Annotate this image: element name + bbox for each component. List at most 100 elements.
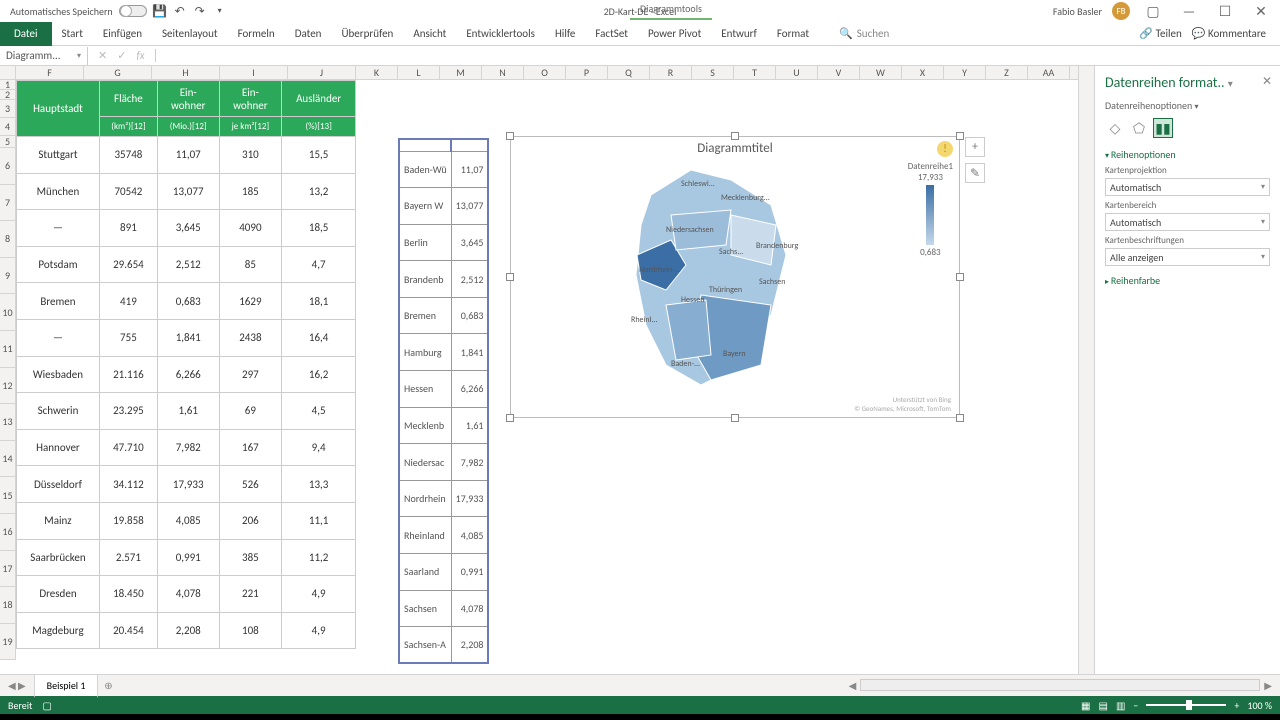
tab-power pivot[interactable]: Power Pivot (638, 22, 711, 46)
src-value[interactable]: 4,078 (451, 590, 488, 627)
col-header[interactable]: H (152, 66, 220, 79)
row-header[interactable]: 9 (0, 258, 16, 295)
src-label[interactable]: Hessen (399, 371, 451, 408)
qat-dropdown-icon[interactable]: ▾ (213, 4, 227, 18)
chart-legend[interactable]: Datenreihe1 17,933 0,683 (908, 161, 953, 258)
table-cell[interactable]: 0,683 (157, 283, 219, 320)
table-cell[interactable]: 18.450 (99, 576, 157, 613)
table-cell[interactable]: 18,5 (282, 210, 356, 247)
col-header[interactable]: Z (986, 66, 1028, 79)
table-cell[interactable]: Düsseldorf (17, 466, 100, 503)
src-label[interactable]: Niedersac (399, 444, 451, 481)
table-cell[interactable]: München (17, 173, 100, 210)
table-cell[interactable]: 13,3 (282, 466, 356, 503)
table-cell[interactable]: 4,078 (157, 576, 219, 613)
fx-icon[interactable]: fx (136, 49, 144, 62)
row-header[interactable]: 2 (0, 90, 16, 100)
src-label[interactable]: Sachsen (399, 590, 451, 627)
table-header[interactable]: Ein-wohner (157, 81, 219, 117)
table-cell[interactable]: Schwerin (17, 393, 100, 430)
table-cell[interactable]: 70542 (99, 173, 157, 210)
zoom-in-icon[interactable]: + (1234, 699, 1239, 712)
tab-überprüfen[interactable]: Überprüfen (331, 22, 403, 46)
src-value[interactable]: 11,07 (451, 151, 488, 188)
redo-icon[interactable]: ↷ (193, 4, 207, 18)
resize-handle[interactable] (956, 414, 964, 422)
table-cell[interactable]: 1,61 (157, 393, 219, 430)
src-label[interactable]: Saarland (399, 554, 451, 591)
effects-icon[interactable]: ⬠ (1129, 118, 1149, 138)
table-cell[interactable]: 891 (99, 210, 157, 247)
name-box[interactable]: Diagramm...▾ (0, 47, 88, 65)
src-value[interactable]: 6,266 (451, 371, 488, 408)
pane-subtitle[interactable]: Datenreihenoptionen ▾ (1105, 99, 1270, 112)
src-value[interactable]: 4,085 (451, 517, 488, 554)
resize-handle[interactable] (731, 414, 739, 422)
col-header[interactable]: M (440, 66, 482, 79)
view-layout-icon[interactable]: ▤ (1099, 699, 1108, 712)
row-header[interactable]: 14 (0, 441, 16, 478)
table-cell[interactable]: 16,2 (282, 356, 356, 393)
row-header[interactable]: 7 (0, 185, 16, 222)
resize-handle[interactable] (956, 132, 964, 140)
table-cell[interactable]: 18,1 (282, 283, 356, 320)
table-cell[interactable]: 4,9 (282, 576, 356, 613)
src-value[interactable]: 7,982 (451, 444, 488, 481)
table-cell[interactable]: 206 (219, 502, 282, 539)
table-cell[interactable]: 755 (99, 319, 157, 356)
table-cell[interactable]: 310 (219, 137, 282, 174)
table-cell[interactable]: 23.295 (99, 393, 157, 430)
col-header[interactable]: N (482, 66, 524, 79)
table-cell[interactable]: 34.112 (99, 466, 157, 503)
table-cell[interactable]: Mainz (17, 502, 100, 539)
col-header[interactable]: S (692, 66, 734, 79)
resize-handle[interactable] (731, 132, 739, 140)
tab-seitenlayout[interactable]: Seitenlayout (152, 22, 228, 46)
table-cell[interactable]: 2.571 (99, 539, 157, 576)
table-subheader[interactable]: (%)[13] (282, 117, 356, 137)
table-cell[interactable]: 2,208 (157, 612, 219, 649)
resize-handle[interactable] (956, 273, 964, 281)
src-value[interactable]: 0,991 (451, 554, 488, 591)
table-subheader[interactable]: (Mio.)[12] (157, 117, 219, 137)
table-cell[interactable]: 419 (99, 283, 157, 320)
map-chart[interactable]: Diagrammtitel Datenreihe1 17,933 0,683 (510, 136, 960, 418)
dropdown-map-labels[interactable]: Alle anzeigen▾ (1105, 248, 1270, 266)
table-cell[interactable]: Saarbrücken (17, 539, 100, 576)
zoom-level[interactable]: 100 % (1247, 699, 1272, 712)
table-cell[interactable]: 167 (219, 429, 282, 466)
table-cell[interactable]: 108 (219, 612, 282, 649)
table-cell[interactable]: 1629 (219, 283, 282, 320)
src-value[interactable]: 1,841 (451, 334, 488, 371)
table-header[interactable]: Hauptstadt (17, 81, 100, 137)
chart-source-range[interactable]: Baden-Wü11,07Bayern W13,077Berlin3,645Br… (398, 138, 489, 664)
col-header[interactable]: W (860, 66, 902, 79)
src-value[interactable]: 17,933 (451, 480, 488, 517)
col-header[interactable]: O (524, 66, 566, 79)
table-cell[interactable]: 6,266 (157, 356, 219, 393)
table-cell[interactable]: 1,841 (157, 319, 219, 356)
row-header[interactable]: 12 (0, 368, 16, 405)
src-value[interactable]: 3,645 (451, 224, 488, 261)
tab-entwicklertools[interactable]: Entwicklertools (456, 22, 545, 46)
col-header[interactable]: V (818, 66, 860, 79)
data-table[interactable]: HauptstadtFlächeEin-wohnerEin-wohnerAusl… (16, 80, 356, 649)
comments-button[interactable]: 💬 Kommentare (1192, 27, 1266, 40)
table-cell[interactable]: Dresden (17, 576, 100, 613)
table-cell[interactable]: 85 (219, 246, 282, 283)
col-header[interactable]: I (220, 66, 288, 79)
series-options-icon[interactable]: ▮▮ (1153, 118, 1173, 138)
resize-handle[interactable] (506, 414, 514, 422)
col-header[interactable]: X (902, 66, 944, 79)
src-label[interactable]: Hamburg (399, 334, 451, 371)
row-header[interactable]: 11 (0, 331, 16, 368)
table-subheader[interactable]: (km²)[12] (99, 117, 157, 137)
vertical-scrollbar[interactable] (1078, 66, 1094, 674)
table-header[interactable]: Ein-wohner (219, 81, 282, 117)
section-row-color[interactable]: Reihenfarbe (1105, 274, 1270, 287)
src-label[interactable]: Brandenb (399, 261, 451, 298)
table-cell[interactable]: 16,4 (282, 319, 356, 356)
src-value[interactable]: 0,683 (451, 297, 488, 334)
table-cell[interactable]: 11,1 (282, 502, 356, 539)
col-header[interactable]: L (398, 66, 440, 79)
